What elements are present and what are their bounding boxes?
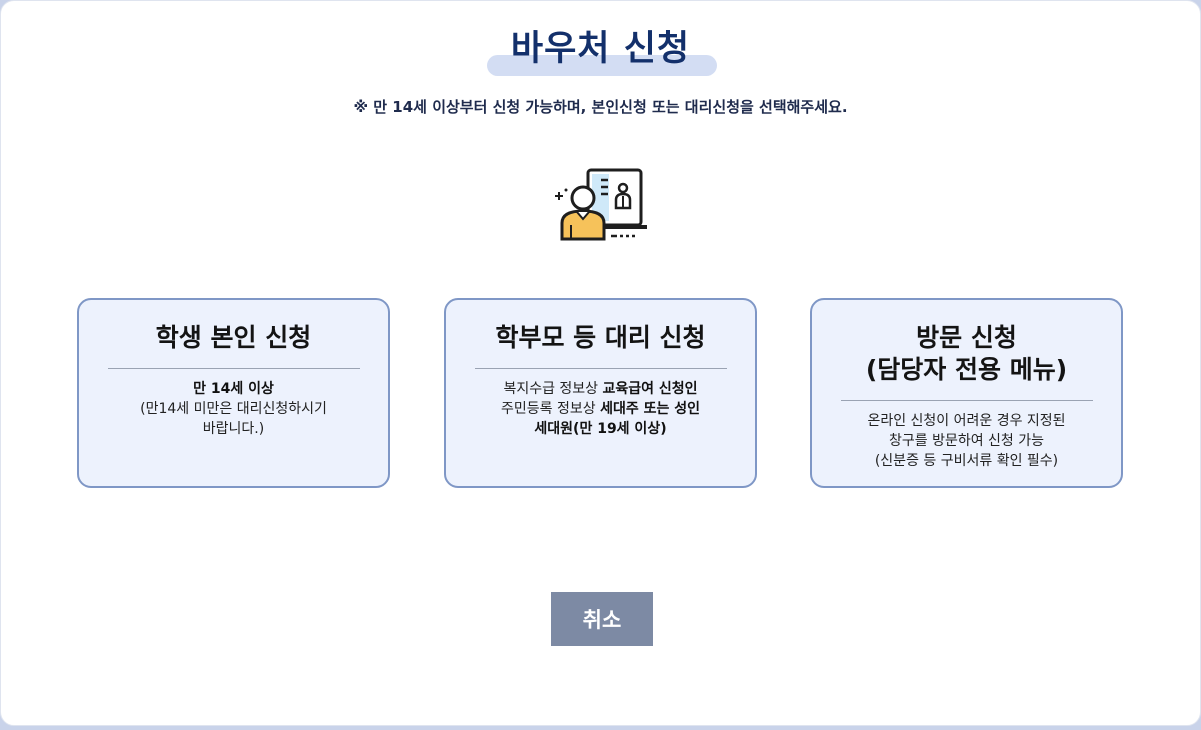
card-divider bbox=[474, 368, 727, 369]
card-title-line: 방문 신청 bbox=[916, 323, 1017, 352]
card-description-line: 복지수급 정보상 교육급여 신청인 bbox=[446, 379, 755, 399]
card-title: 방문 신청 (담당자 전용 메뉴) bbox=[812, 322, 1121, 386]
card-description-line: (만14세 미만은 대리신청하시기 bbox=[79, 399, 388, 419]
card-description-line: 온라인 신청이 어려운 경우 지정된 bbox=[812, 411, 1121, 431]
description-text: (만14세 미만은 대리신청하시기 bbox=[140, 401, 327, 417]
card-description: 온라인 신청이 어려운 경우 지정된창구를 방문하여 신청 가능 (신분증 등 구… bbox=[812, 411, 1121, 471]
emphasis-text: 교육급여 신청인 bbox=[602, 381, 698, 397]
card-divider bbox=[840, 400, 1093, 401]
card-description: 만 14세 이상 (만14세 미만은 대리신청하시기바랍니다.) bbox=[79, 379, 388, 439]
description-text: 복지수급 정보상 bbox=[503, 381, 603, 397]
card-description-line: (신분증 등 구비서류 확인 필수) bbox=[812, 451, 1121, 471]
emphasis-text: 만 14세 이상 bbox=[193, 381, 274, 397]
page-title: 바우처 신청 bbox=[510, 29, 691, 69]
card-title-line: 학부모 등 대리 신청 bbox=[495, 323, 706, 352]
visit-apply-card[interactable]: 방문 신청 (담당자 전용 메뉴) 온라인 신청이 어려운 경우 지정된창구를 … bbox=[810, 298, 1123, 488]
description-text: 온라인 신청이 어려운 경우 지정된 bbox=[867, 413, 1066, 429]
card-description-line: 창구를 방문하여 신청 가능 bbox=[812, 431, 1121, 451]
emphasis-text: 세대주 또는 성인 bbox=[600, 401, 700, 417]
card-title: 학부모 등 대리 신청 bbox=[446, 322, 755, 354]
cancel-button[interactable]: 취소 bbox=[551, 592, 653, 646]
parent-proxy-apply-card[interactable]: 학부모 등 대리 신청 복지수급 정보상 교육급여 신청인 주민등록 정보상 세대… bbox=[444, 298, 757, 488]
card-title-line: 학생 본인 신청 bbox=[155, 323, 312, 352]
card-description: 복지수급 정보상 교육급여 신청인 주민등록 정보상 세대주 또는 성인 세대원(만… bbox=[446, 379, 755, 439]
card-title-line: (담당자 전용 메뉴) bbox=[865, 355, 1068, 384]
description-text: 창구를 방문하여 신청 가능 bbox=[888, 433, 1045, 449]
title-wrap: 바우처 신청 bbox=[0, 24, 1201, 74]
card-description-line: 세대원(만 19세 이상) bbox=[446, 419, 755, 439]
description-text: 주민등록 정보상 bbox=[501, 401, 601, 417]
card-description-line: 만 14세 이상 bbox=[79, 379, 388, 399]
notice-text: ※ 만 14세 이상부터 신청 가능하며, 본인신청 또는 대리신청을 선택해주… bbox=[353, 98, 848, 116]
description-text: (신분증 등 구비서류 확인 필수) bbox=[874, 453, 1059, 469]
description-text: 바랍니다.) bbox=[202, 421, 265, 437]
card-description-line: 주민등록 정보상 세대주 또는 성인 bbox=[446, 399, 755, 419]
emphasis-text: 세대원(만 19세 이상) bbox=[534, 421, 667, 437]
card-divider bbox=[107, 368, 360, 369]
card-title: 학생 본인 신청 bbox=[79, 322, 388, 354]
person-monitor-illustration-icon bbox=[555, 168, 647, 241]
student-self-apply-card[interactable]: 학생 본인 신청 만 14세 이상 (만14세 미만은 대리신청하시기바랍니다.) bbox=[77, 298, 390, 488]
card-description-line: 바랍니다.) bbox=[79, 419, 388, 439]
